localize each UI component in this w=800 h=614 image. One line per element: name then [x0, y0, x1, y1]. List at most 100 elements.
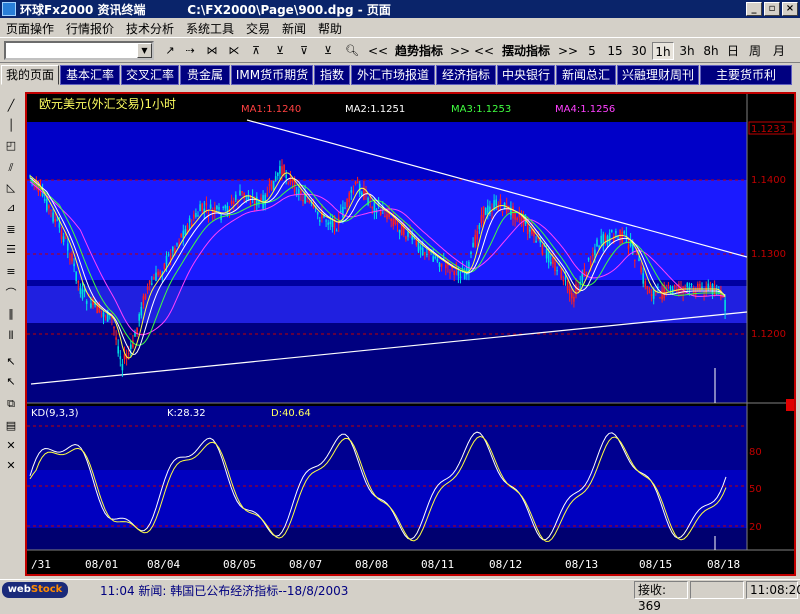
candle-body	[146, 286, 149, 290]
fibonacci-levels-icon[interactable]: ≡	[3, 264, 19, 280]
properties-icon[interactable]: ▤	[3, 418, 19, 434]
period-30-button[interactable]: 30	[628, 42, 650, 60]
gann-fan-icon[interactable]: ⊿	[3, 200, 19, 216]
period-15-button[interactable]: 15	[604, 42, 626, 60]
candle-body	[239, 190, 241, 196]
tab-major-currencies[interactable]: 主要货币利	[700, 65, 792, 85]
pointer-icon[interactable]: ↖	[3, 354, 19, 370]
trend-indicator-button[interactable]: 趋势指标	[390, 42, 448, 60]
ma3-label: MA3:1.1253	[451, 104, 511, 115]
menu-analysis[interactable]: 技术分析	[126, 20, 174, 37]
tab-index[interactable]: 指数	[314, 65, 350, 85]
menu-quotes[interactable]: 行情报价	[66, 20, 114, 37]
kd-k-value: K:28.32	[167, 408, 206, 419]
candle-body	[583, 268, 586, 277]
minimize-button[interactable]: _	[746, 2, 762, 16]
tab-precious-metals[interactable]: 贵金属	[180, 65, 230, 85]
candle-body	[287, 182, 290, 184]
chart-panel[interactable]: 欧元美元(外汇交易)1小时 MA1:1.1240 MA2:1.1251 MA3:…	[25, 92, 796, 576]
price-chart[interactable]: 欧元美元(外汇交易)1小时 MA1:1.1240 MA2:1.1251 MA3:…	[27, 94, 794, 574]
expand-vertical-icon[interactable]: ⊻	[320, 43, 336, 59]
price-label-1300: 1.1300	[751, 249, 786, 260]
candle-body	[249, 202, 252, 205]
zoom-out-bars-icon[interactable]: ⊻	[272, 43, 288, 59]
menu-tools[interactable]: 系统工具	[186, 20, 234, 37]
delete-icon[interactable]: ✕	[3, 438, 19, 454]
candle-body	[659, 297, 661, 299]
period-month-button[interactable]: 月	[770, 42, 788, 60]
trend-prev-button[interactable]: <<	[368, 42, 388, 60]
osc-next-button[interactable]: >>	[558, 42, 578, 60]
close-button[interactable]: ×	[782, 2, 798, 16]
fibonacci-fan-icon[interactable]: ◺	[3, 180, 19, 196]
news-ticker[interactable]: 11:04 新闻: 韩国已公布经济指标--18/8/2003	[100, 582, 348, 599]
period-5-button[interactable]: 5	[584, 42, 600, 60]
trend-next-button[interactable]: >>	[450, 42, 470, 60]
expand-icon[interactable]: ⋉	[226, 43, 242, 59]
rectangle-tool-icon[interactable]: ◰	[3, 138, 19, 154]
scroll-right-icon[interactable]: ⇢	[182, 43, 198, 59]
tab-imm-futures[interactable]: IMM货币期货	[231, 65, 313, 85]
title-bar[interactable]: 环球Fx2000 资讯终端 C:\FX2000\Page\900.dpg - 页…	[0, 0, 800, 18]
zoom-in-bars-icon[interactable]: ⊼	[248, 43, 264, 59]
osc-prev-button[interactable]: <<	[474, 42, 494, 60]
menu-trade[interactable]: 交易	[246, 20, 270, 37]
candle-body	[650, 293, 653, 296]
tab-cross-rates[interactable]: 交叉汇率	[121, 65, 179, 85]
restore-button[interactable]: ▫	[764, 2, 780, 16]
candle-body	[438, 262, 441, 267]
period-1h-button[interactable]: 1h	[652, 42, 674, 60]
delete-all-icon[interactable]: ✕	[3, 458, 19, 474]
pane-split-handle[interactable]	[786, 399, 794, 411]
candle-body	[526, 224, 529, 234]
candle-body	[56, 219, 59, 221]
menu-news[interactable]: 新闻	[282, 20, 306, 37]
draw-line-icon[interactable]: ↗	[162, 43, 178, 59]
speed-lines-icon[interactable]: ≣	[3, 222, 19, 238]
period-3h-button[interactable]: 3h	[676, 42, 698, 60]
parallel-lines-icon[interactable]: ☰	[3, 242, 19, 258]
candle-body	[197, 215, 199, 217]
tab-my-page[interactable]: 我的页面	[1, 65, 59, 85]
candle-body	[648, 289, 651, 294]
shrink-icon[interactable]: ⋈	[204, 43, 220, 59]
kd-d-value: D:40.64	[271, 408, 311, 419]
candle-body	[184, 229, 187, 235]
menu-help[interactable]: 帮助	[318, 20, 342, 37]
time-zone-icon[interactable]: ‖	[3, 306, 19, 322]
candle-body	[550, 261, 552, 264]
candle-body	[457, 270, 460, 276]
candle-body	[673, 285, 676, 288]
arc-tool-icon[interactable]: ⌒	[3, 286, 19, 302]
chevron-down-icon[interactable]: ▼	[137, 43, 152, 58]
cycle-lines-icon[interactable]: ⦀	[3, 328, 19, 344]
period-8h-button[interactable]: 8h	[700, 42, 722, 60]
candle-body	[155, 272, 157, 282]
oscillator-indicator-button[interactable]: 摆动指标	[496, 42, 556, 60]
select-icon[interactable]: ↖	[3, 374, 19, 390]
period-week-button[interactable]: 周	[746, 42, 764, 60]
line-tool-icon[interactable]: ╱	[3, 98, 19, 114]
candle-body	[508, 205, 510, 208]
tab-fx-reports[interactable]: 外汇市场报道	[351, 65, 435, 85]
candle-body	[667, 284, 670, 286]
channel-tool-icon[interactable]: ⫽	[3, 160, 19, 176]
magnifier-icon[interactable]: 🔍︎	[344, 43, 360, 59]
tab-news-digest[interactable]: 新闻总汇	[556, 65, 616, 85]
candle-body	[541, 244, 544, 255]
period-day-button[interactable]: 日	[724, 42, 742, 60]
date-axis-labels: /31 08/01 08/04 08/05 08/07 08/08 08/11 08/12 08…	[31, 558, 740, 571]
tab-basic-rates[interactable]: 基本汇率	[60, 65, 120, 85]
vertical-line-icon[interactable]: │	[3, 118, 19, 134]
ma4-label: MA4:1.1256	[555, 104, 615, 115]
candle-body	[400, 224, 403, 236]
menu-page[interactable]: 页面操作	[6, 20, 54, 37]
compress-icon[interactable]: ⊽	[296, 43, 312, 59]
symbol-combo[interactable]: ▼	[4, 41, 154, 60]
candle-body	[199, 204, 201, 212]
tab-central-banks[interactable]: 中央银行	[497, 65, 555, 85]
page-tab-bar: 我的页面 基本汇率 交叉汇率 贵金属 IMM货币期货 指数 外汇市场报道 经济指…	[0, 64, 800, 85]
copy-icon[interactable]: ⧉	[3, 396, 19, 412]
tab-economic-indicators[interactable]: 经济指标	[436, 65, 496, 85]
tab-finance-weekly[interactable]: 兴融理财周刊	[617, 65, 699, 85]
